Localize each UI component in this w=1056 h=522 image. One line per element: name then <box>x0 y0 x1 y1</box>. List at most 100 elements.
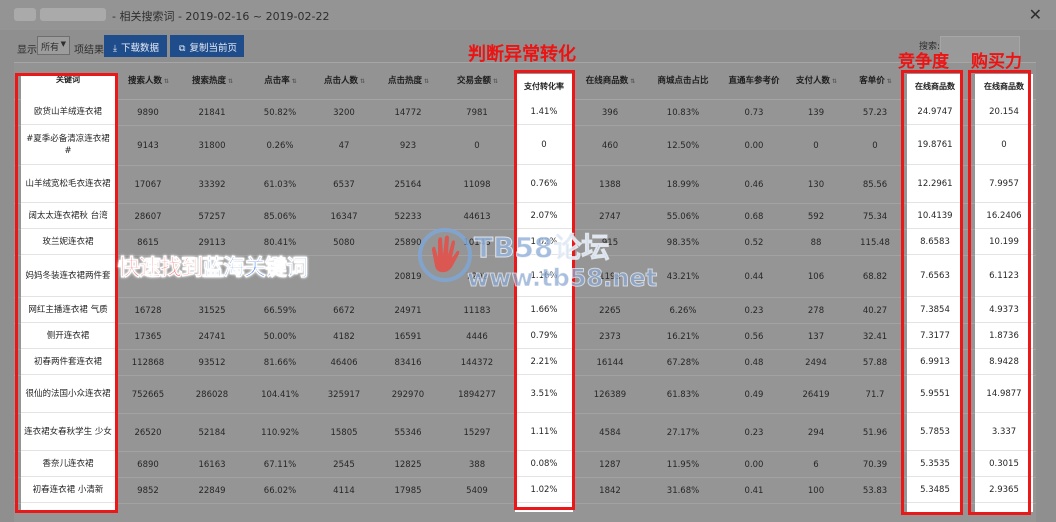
table-cell: 16347 <box>330 211 358 222</box>
table-cell: 292970 <box>391 389 425 400</box>
table-cell: 100 <box>807 485 825 496</box>
table-cell: 0 <box>813 140 819 151</box>
table-cell: 6 <box>813 459 819 470</box>
table-cell: 6890 <box>137 459 159 470</box>
table-cell: 115.48 <box>860 237 890 248</box>
column-header-label: 点击人数 <box>323 76 358 86</box>
table-cell: 9890 <box>137 107 159 118</box>
sort-icon[interactable]: ⇅ <box>887 76 892 87</box>
dialog: - 相关搜索词 - 2019-02-16 ~ 2019-02-22 ✕ 显示 所… <box>0 0 1056 522</box>
table-cell: 22849 <box>198 485 226 496</box>
sort-icon[interactable]: ⇅ <box>493 76 498 87</box>
column-header-label: 点击率 <box>264 76 290 86</box>
table-cell: 51.96 <box>862 427 888 438</box>
sort-icon[interactable]: ⇅ <box>164 76 169 87</box>
column-header[interactable]: 直通车参考价 <box>722 63 786 100</box>
competition-highlight-box <box>901 70 963 515</box>
table-cell: 0 <box>474 140 480 151</box>
column-header[interactable]: 支付人数 ⇅ <box>786 63 846 100</box>
table-cell: 1388 <box>599 179 621 190</box>
table-cell: 6537 <box>333 179 355 190</box>
table-cell: 144372 <box>460 357 494 368</box>
table-cell: 21841 <box>198 107 226 118</box>
sort-icon[interactable]: ⇅ <box>630 76 635 87</box>
column-header[interactable]: 客单价 ⇅ <box>846 63 904 100</box>
table-cell: 0.49 <box>744 389 764 400</box>
table-cell: 11183 <box>463 305 491 316</box>
table-cell: 31525 <box>198 305 226 316</box>
table-cell: 5080 <box>333 237 355 248</box>
table-cell: 11098 <box>463 179 491 190</box>
title-bar: - 相关搜索词 - 2019-02-16 ~ 2019-02-22 ✕ <box>0 0 1056 30</box>
column-header[interactable]: 在线商品数 ⇅ <box>576 63 644 100</box>
column-header[interactable]: 搜索热度 ⇅ <box>178 63 246 100</box>
table-cell: 46406 <box>330 357 358 368</box>
sort-icon[interactable]: ⇅ <box>360 76 365 87</box>
table-cell: 32.41 <box>862 331 888 342</box>
table-cell: 57.23 <box>862 107 888 118</box>
table-cell: 2265 <box>599 305 621 316</box>
table-cell: 0.23 <box>744 427 764 438</box>
table-cell: 15805 <box>330 427 358 438</box>
table-cell: 0.46 <box>744 179 764 190</box>
table-cell: 0.41 <box>744 485 764 496</box>
table-cell: 28607 <box>134 211 162 222</box>
download-data-button[interactable]: ⤓ 下载数据 <box>104 35 167 57</box>
sort-icon[interactable]: ⇅ <box>292 76 297 87</box>
table-cell <box>314 256 374 297</box>
sort-icon[interactable]: ⇅ <box>228 76 233 87</box>
table-cell: 2373 <box>599 331 621 342</box>
items-label: 项结果 <box>74 45 104 56</box>
column-header-label: 点击热度 <box>387 76 422 86</box>
column-header-label: 直通车参考价 <box>728 76 780 86</box>
sort-icon[interactable]: ⇅ <box>424 76 429 87</box>
table-cell: 9852 <box>137 485 159 496</box>
table-cell: 16591 <box>394 331 422 342</box>
column-header[interactable]: 点击人数 ⇅ <box>314 63 374 100</box>
table-cell: 592 <box>807 211 825 222</box>
table-cell: 0.68 <box>744 211 764 222</box>
table-cell: 7981 <box>466 107 488 118</box>
table-cell: 6672 <box>333 305 355 316</box>
table-cell: 0.52 <box>744 237 764 248</box>
table-cell: 17365 <box>134 331 162 342</box>
column-header-label: 搜索人数 <box>127 76 162 86</box>
table-cell: 61.83% <box>666 389 700 400</box>
table-cell: 67.11% <box>263 459 297 470</box>
competition-annotation: 竞争度 <box>898 52 949 72</box>
table-cell: 5409 <box>466 485 488 496</box>
table-cell: 85.56 <box>862 179 888 190</box>
table-cell: 4114 <box>333 485 355 496</box>
table-cell: 923 <box>399 140 417 151</box>
table-cell: 2545 <box>333 459 355 470</box>
table-cell: 0.56 <box>744 331 764 342</box>
table-cell: 40.27 <box>862 305 888 316</box>
table-cell: 47 <box>338 140 350 151</box>
table-cell: 10.83% <box>666 107 700 118</box>
table-cell: 24971 <box>394 305 422 316</box>
copy-current-page-button[interactable]: ⧉ 复制当前页 <box>170 35 244 57</box>
table-cell: 14772 <box>394 107 422 118</box>
table-cell: 66.02% <box>263 485 297 496</box>
column-header[interactable]: 搜索人数 ⇅ <box>118 63 178 100</box>
table-cell: 752665 <box>131 389 165 400</box>
table-cell: 0.00 <box>744 459 764 470</box>
column-header[interactable]: 点击热度 ⇅ <box>374 63 442 100</box>
sort-icon[interactable]: ⇅ <box>832 76 837 87</box>
column-header[interactable]: 商城点击占比 <box>644 63 722 100</box>
close-icon[interactable]: ✕ <box>1029 5 1042 24</box>
column-header[interactable]: 交易金额 ⇅ <box>442 63 512 100</box>
table-cell: 1894277 <box>458 389 496 400</box>
table-cell: 0 <box>872 140 878 151</box>
table-cell: 16144 <box>596 357 624 368</box>
column-header[interactable]: 点击率 ⇅ <box>246 63 314 100</box>
table-cell: 52184 <box>198 427 226 438</box>
dialog-title: - 相关搜索词 - 2019-02-16 ~ 2019-02-22 <box>112 10 330 23</box>
table-cell: 106 <box>807 271 825 282</box>
copy-label: 复制当前页 <box>189 43 237 54</box>
column-header-label: 在线商品数 <box>585 76 629 86</box>
page-size-select[interactable]: 所有 ▼ <box>37 36 70 55</box>
table-cell: 9143 <box>137 140 159 151</box>
table-cell: 4182 <box>333 331 355 342</box>
table-cell: 93512 <box>198 357 226 368</box>
